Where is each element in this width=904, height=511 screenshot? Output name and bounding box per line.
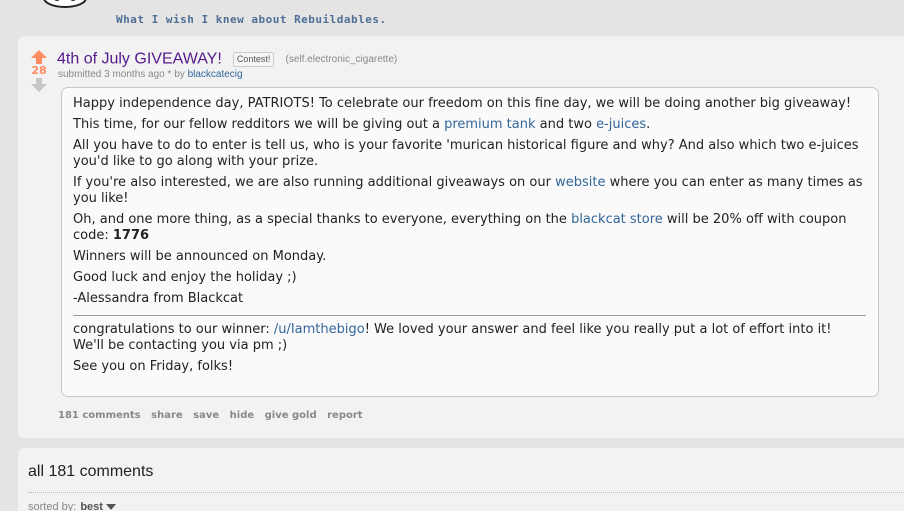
page: What I wish I knew about Rebuildables. 2… <box>0 0 904 511</box>
selftext-paragraph: Good luck and enjoy the holiday ;) <box>73 270 297 285</box>
vote-widget: 28 <box>28 50 50 92</box>
chevron-down-icon[interactable] <box>106 504 116 510</box>
edited-asterisk: * <box>167 69 172 80</box>
website-link[interactable]: website <box>555 175 605 190</box>
selftext-paragraph: If you're also interested, we are also r… <box>73 175 863 206</box>
winner-user-link[interactable]: /u/Iamthebigo <box>274 322 365 337</box>
save-button[interactable]: save <box>193 410 219 421</box>
previous-item-strip: What I wish I knew about Rebuildables. <box>0 0 904 34</box>
report-button[interactable]: report <box>327 410 362 421</box>
submitted-time: 3 months ago <box>104 69 165 80</box>
selftext-divider <box>73 315 866 316</box>
coupon-code: 1776 <box>112 228 150 243</box>
snoo-icon <box>43 0 87 8</box>
give-gold-button[interactable]: give gold <box>265 410 317 421</box>
comments-button[interactable]: 181 comments <box>58 410 141 421</box>
submitted-label: submitted <box>58 69 102 80</box>
e-juices-link[interactable]: e-juices <box>596 117 646 132</box>
comments-divider <box>28 492 904 493</box>
sort-value[interactable]: best <box>80 501 103 511</box>
selftext-paragraph: Winners will be announced on Monday. <box>73 249 327 264</box>
post-selftext: Happy independence day, PATRIOTS! To cel… <box>61 87 879 397</box>
selftext-paragraph: -Alessandra from Blackcat <box>73 291 244 306</box>
post-title-line: 4th of July GIVEAWAY! Contest! (self.ele… <box>57 49 397 69</box>
post-title[interactable]: 4th of July GIVEAWAY! <box>57 51 222 68</box>
post-domain[interactable]: (self.electronic_cigarette) <box>286 54 398 65</box>
comments-heading: all 181 comments <box>28 463 154 480</box>
selftext-paragraph: All you have to do to enter is tell us, … <box>73 138 859 169</box>
selftext-paragraph: See you on Friday, folks! <box>73 359 234 374</box>
arrow-up-icon[interactable] <box>31 50 47 64</box>
previous-post-title[interactable]: What I wish I knew about Rebuildables. <box>116 13 387 26</box>
share-button[interactable]: share <box>151 410 183 421</box>
post-author[interactable]: blackcatecig <box>188 69 243 80</box>
premium-tank-link[interactable]: premium tank <box>444 117 535 132</box>
selftext-paragraph: Happy independence day, PATRIOTS! To cel… <box>73 96 852 111</box>
selftext-paragraph: This time, for our fellow redditors we w… <box>73 117 651 132</box>
selftext-paragraph: congratulations to our winner: /u/Iamthe… <box>73 322 832 353</box>
post-buttons: 181 comments share save hide give gold r… <box>58 410 370 421</box>
link-flair: Contest! <box>232 52 275 67</box>
hide-button[interactable]: hide <box>230 410 255 421</box>
post-score: 28 <box>31 64 47 77</box>
selftext-paragraph: Oh, and one more thing, as a special tha… <box>73 212 847 243</box>
arrow-down-icon[interactable] <box>31 78 47 92</box>
blackcat-store-link[interactable]: blackcat store <box>571 212 663 227</box>
sorted-by-label: sorted by: <box>28 501 77 511</box>
sort-selector[interactable]: sorted by: best <box>28 501 116 511</box>
by-label: by <box>174 69 185 80</box>
post-tagline: submitted 3 months ago * by blackcatecig <box>58 69 243 80</box>
